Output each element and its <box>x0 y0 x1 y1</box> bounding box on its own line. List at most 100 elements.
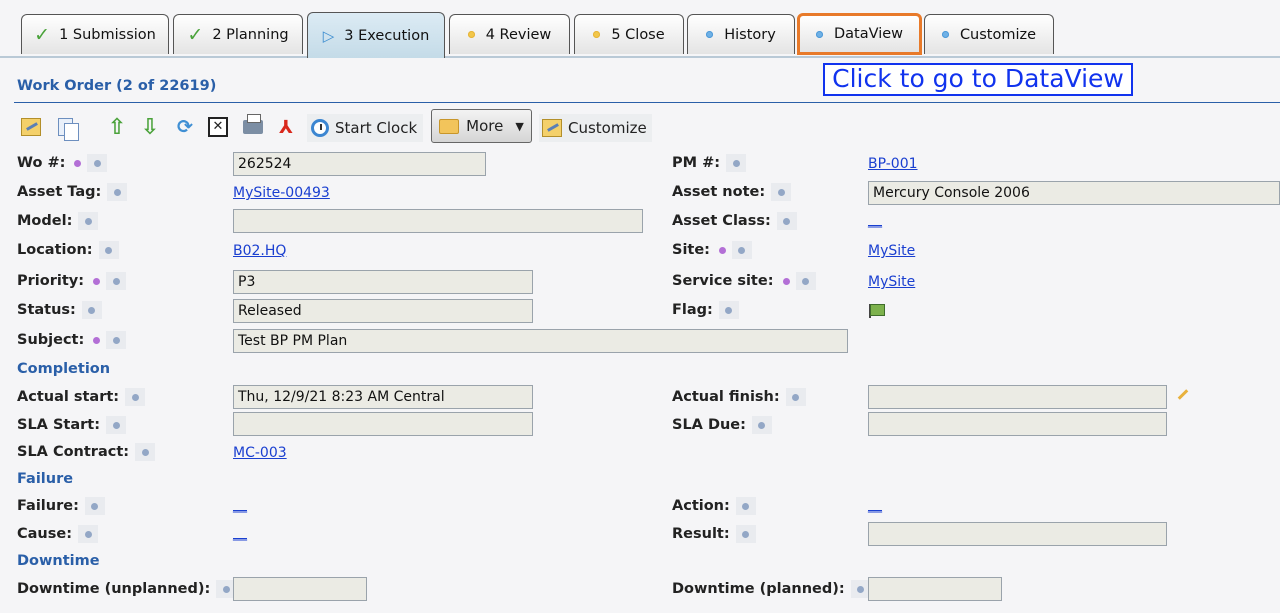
help-icon[interactable] <box>771 183 792 201</box>
move-down-button[interactable]: ⇩ <box>137 114 163 140</box>
required-dot-icon <box>718 246 726 254</box>
action-toolbar: ⇧ ⇩ ⟳ ✕ ⅄ Start Clock More ▼ Customize <box>0 108 1280 148</box>
customize-button[interactable]: Customize <box>539 114 652 142</box>
failure-link[interactable]: __ <box>233 497 247 513</box>
tab-close[interactable]: 5 Close <box>574 14 684 54</box>
tab-execution[interactable]: ▷ 3 Execution <box>307 12 445 58</box>
help-icon[interactable] <box>751 416 772 434</box>
help-icon[interactable] <box>78 525 99 543</box>
status-dot-icon <box>467 31 475 38</box>
tab-label: 4 Review <box>485 26 552 43</box>
print-button[interactable] <box>240 114 266 140</box>
priority-field[interactable]: P3 <box>233 270 533 294</box>
tab-history[interactable]: History <box>687 14 795 54</box>
workflow-tab-bar: ✓ 1 Submission ✓ 2 Planning ▷ 3 Executio… <box>0 0 1280 58</box>
help-icon[interactable] <box>785 388 806 406</box>
help-icon[interactable] <box>78 212 99 230</box>
help-icon[interactable] <box>776 212 797 230</box>
cause-link[interactable]: __ <box>233 525 247 541</box>
site-label: Site: <box>672 241 752 259</box>
pm-number-link[interactable]: BP-001 <box>868 156 918 172</box>
flag-icon[interactable] <box>868 304 886 318</box>
required-dot-icon <box>93 277 101 285</box>
status-field[interactable]: Released <box>233 299 533 323</box>
help-icon[interactable] <box>106 331 127 349</box>
status-dot-icon <box>706 31 714 38</box>
checkmark-icon: ✓ <box>187 23 204 46</box>
copy-button[interactable] <box>52 114 79 141</box>
tab-bar-underline <box>0 56 1280 58</box>
action-link[interactable]: __ <box>868 497 882 513</box>
site-link[interactable]: MySite <box>868 243 915 259</box>
sla-contract-label: SLA Contract: <box>17 443 156 461</box>
cause-label: Cause: <box>17 525 99 543</box>
help-icon[interactable] <box>106 416 126 434</box>
downtime-section-heading: Downtime <box>17 553 100 569</box>
help-icon[interactable] <box>87 154 108 172</box>
customize-icon <box>542 119 562 137</box>
help-icon[interactable] <box>81 301 102 319</box>
required-dot-icon <box>782 277 790 285</box>
downtime-planned-field[interactable] <box>868 577 1002 601</box>
tab-customize[interactable]: Customize <box>924 14 1054 54</box>
help-icon[interactable] <box>718 301 739 319</box>
help-icon[interactable] <box>726 154 747 172</box>
help-icon[interactable] <box>84 497 105 515</box>
actual-finish-field[interactable] <box>868 385 1167 409</box>
pdf-button[interactable]: ⅄ <box>273 114 299 140</box>
downtime-unplanned-label: Downtime (unplanned): <box>17 580 237 598</box>
more-dropdown-button[interactable]: More ▼ <box>431 109 532 143</box>
tab-label: 1 Submission <box>59 26 156 43</box>
tab-dataview[interactable]: DataView <box>797 13 922 55</box>
wo-number-label: Wo #: <box>17 154 108 172</box>
sla-due-field[interactable] <box>868 412 1167 436</box>
asset-tag-link[interactable]: MySite-00493 <box>233 185 330 201</box>
wo-number-field[interactable]: 262524 <box>233 152 486 176</box>
result-field[interactable] <box>868 522 1167 546</box>
help-icon[interactable] <box>795 272 816 290</box>
asset-note-field[interactable]: Mercury Console 2006 <box>868 181 1280 205</box>
edit-button[interactable] <box>18 114 44 140</box>
tab-submission[interactable]: ✓ 1 Submission <box>21 14 169 54</box>
customize-label: Customize <box>568 119 647 137</box>
downtime-unplanned-field[interactable] <box>233 577 367 601</box>
start-clock-label: Start Clock <box>335 119 418 137</box>
result-label: Result: <box>672 525 756 543</box>
printer-icon <box>243 114 263 134</box>
close-x-icon: ✕ <box>208 117 228 137</box>
action-label: Action: <box>672 497 756 515</box>
dataview-callout: Click to go to DataView <box>823 63 1133 96</box>
checkmark-icon: ✓ <box>34 23 51 46</box>
actual-finish-label: Actual finish: <box>672 388 806 406</box>
help-icon[interactable] <box>106 272 127 290</box>
pencil-icon[interactable] <box>1174 388 1188 402</box>
failure-section-heading: Failure <box>17 471 74 487</box>
delete-button[interactable]: ✕ <box>205 114 231 140</box>
tab-review[interactable]: 4 Review <box>449 14 570 54</box>
subject-label: Subject: <box>17 331 127 349</box>
help-icon[interactable] <box>135 443 156 461</box>
refresh-button[interactable]: ⟳ <box>172 114 198 140</box>
subject-field[interactable]: Test BP PM Plan <box>233 329 848 353</box>
help-icon[interactable] <box>107 183 128 201</box>
start-clock-button[interactable]: Start Clock <box>307 114 424 142</box>
model-field[interactable] <box>233 209 643 233</box>
help-icon[interactable] <box>98 241 119 259</box>
sla-start-field[interactable] <box>233 412 533 436</box>
help-icon[interactable] <box>125 388 146 406</box>
play-arrow-icon: ▷ <box>322 26 335 45</box>
location-link[interactable]: B02.HQ <box>233 243 286 259</box>
required-dot-icon <box>74 159 82 167</box>
help-icon[interactable] <box>735 525 756 543</box>
more-label: More <box>466 117 504 135</box>
move-up-button[interactable]: ⇧ <box>104 114 130 140</box>
service-site-link[interactable]: MySite <box>868 274 915 290</box>
asset-class-link[interactable]: __ <box>868 212 882 228</box>
actual-start-field[interactable]: Thu, 12/9/21 8:23 AM Central <box>233 385 533 409</box>
help-icon[interactable] <box>735 497 756 515</box>
status-dot-icon <box>815 30 823 38</box>
priority-label: Priority: <box>17 272 127 290</box>
tab-planning[interactable]: ✓ 2 Planning <box>173 14 303 54</box>
sla-contract-link[interactable]: MC-003 <box>233 445 287 461</box>
help-icon[interactable] <box>731 241 752 259</box>
